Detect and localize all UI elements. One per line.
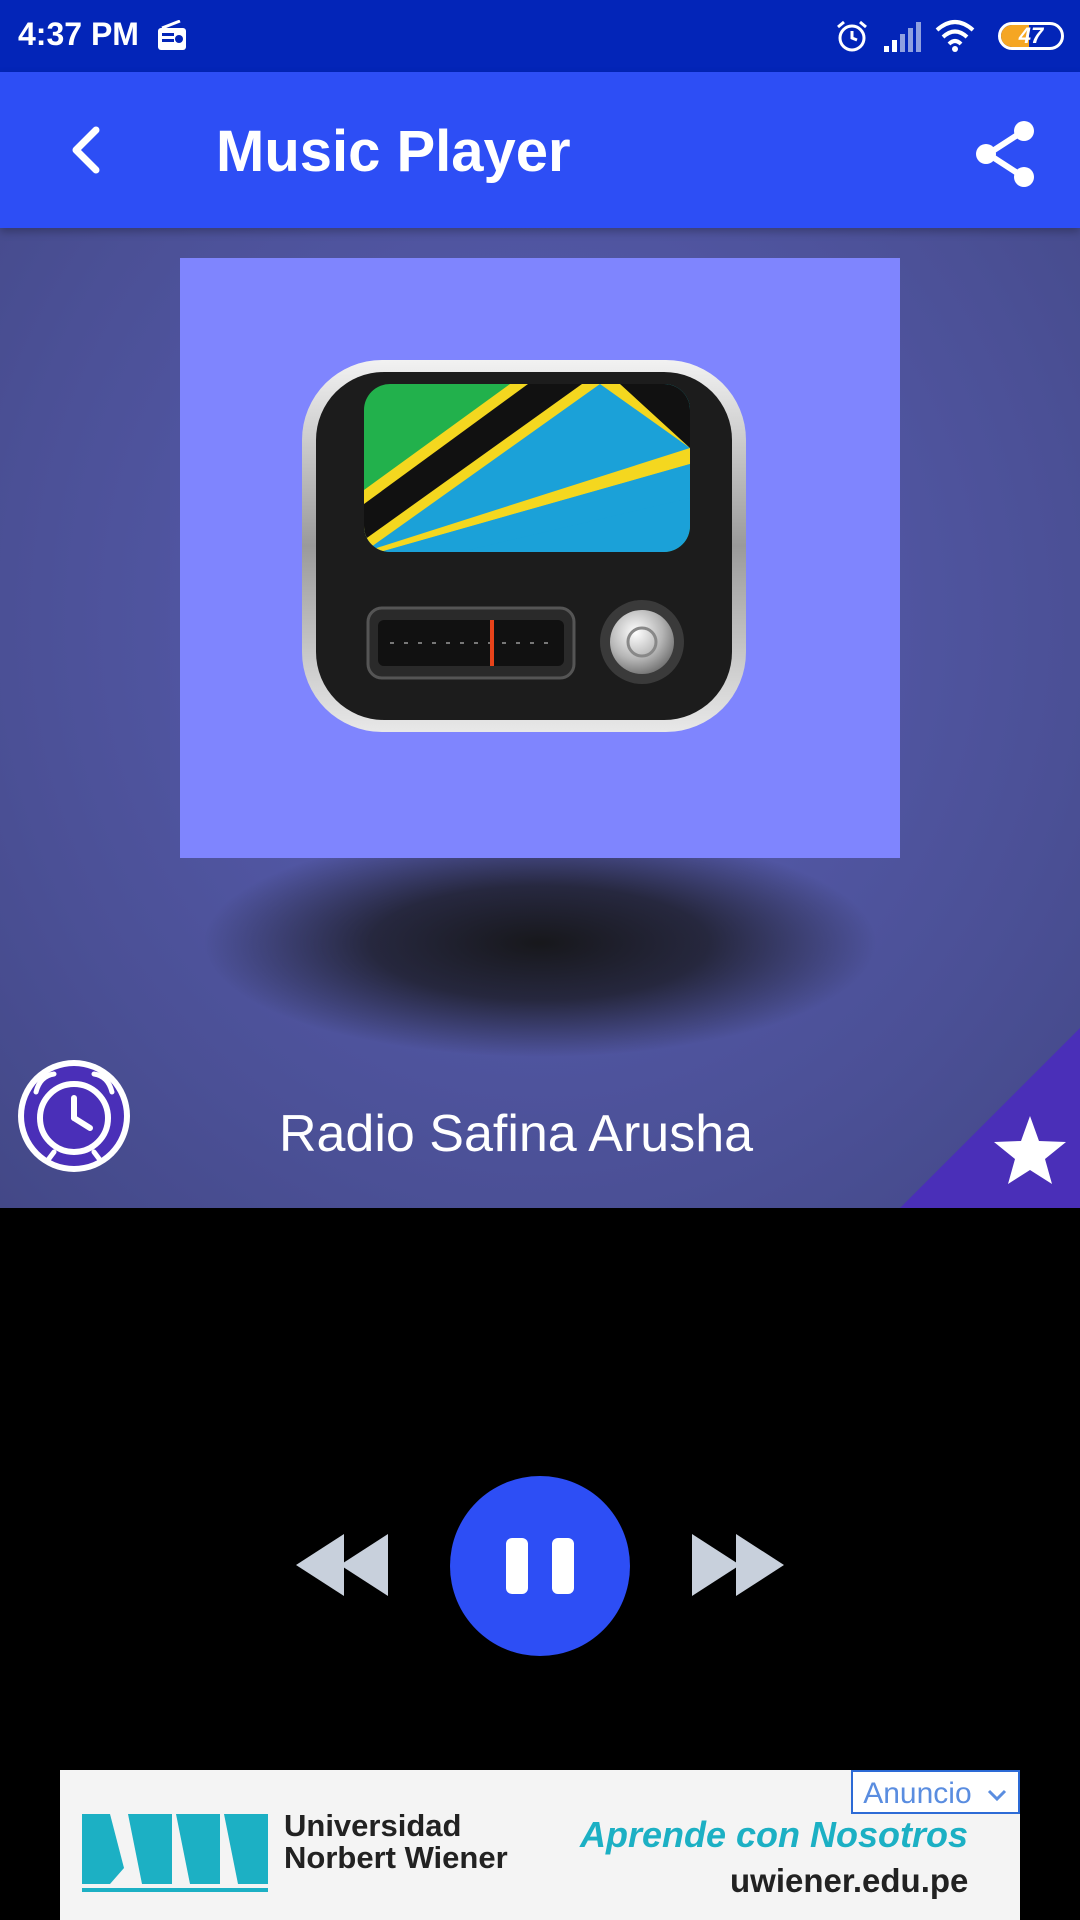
playback-controls — [0, 1470, 1080, 1660]
status-bar: 4:37 PM 47 — [0, 0, 1080, 72]
page-title: Music Player — [216, 119, 571, 184]
wifi-icon — [934, 18, 976, 59]
chevron-down-icon — [987, 1790, 1007, 1802]
alarm-icon — [834, 18, 870, 59]
ad-org-line2: Norbert Wiener — [284, 1840, 508, 1875]
share-button[interactable] — [968, 116, 1044, 192]
ad-banner[interactable]: Universidad Norbert Wiener Aprende con N… — [60, 1770, 1020, 1920]
ad-org-line1: Universidad — [284, 1808, 462, 1843]
battery-level: 47 — [1018, 23, 1044, 48]
pause-icon — [506, 1538, 574, 1594]
ad-badge-label: Anuncio — [863, 1777, 972, 1810]
university-logo-icon — [82, 1814, 268, 1892]
tanzania-flag-radio-icon — [302, 360, 746, 732]
ad-url: uwiener.edu.pe — [730, 1862, 969, 1899]
chevron-left-icon — [72, 126, 100, 174]
back-button[interactable] — [50, 112, 126, 188]
station-name: Radio Safina Arusha — [278, 1105, 754, 1163]
battery-icon: 47 — [998, 22, 1064, 50]
fast-forward-icon — [692, 1534, 784, 1596]
pause-button[interactable] — [450, 1476, 630, 1656]
signal-icon — [882, 18, 922, 59]
player-panel: Radio Safina Arusha — [0, 228, 1080, 1208]
share-icon — [976, 121, 1034, 187]
app-bar: Music Player — [0, 72, 1080, 228]
next-button[interactable] — [688, 1534, 784, 1596]
radio-icon — [156, 19, 188, 57]
status-time: 4:37 PM — [18, 16, 139, 52]
status-icons: 47 — [834, 18, 1064, 58]
artwork-shadow — [200, 828, 880, 1058]
rewind-icon — [296, 1534, 388, 1596]
ad-tagline: Aprende con Nosotros — [580, 1814, 969, 1855]
favorite-button[interactable] — [900, 1028, 1080, 1208]
station-artwork — [180, 258, 900, 858]
previous-button[interactable] — [296, 1534, 392, 1596]
ad-org-name: Universidad Norbert Wiener — [284, 1810, 508, 1874]
ad-choice-badge[interactable]: Anuncio — [851, 1770, 1020, 1814]
